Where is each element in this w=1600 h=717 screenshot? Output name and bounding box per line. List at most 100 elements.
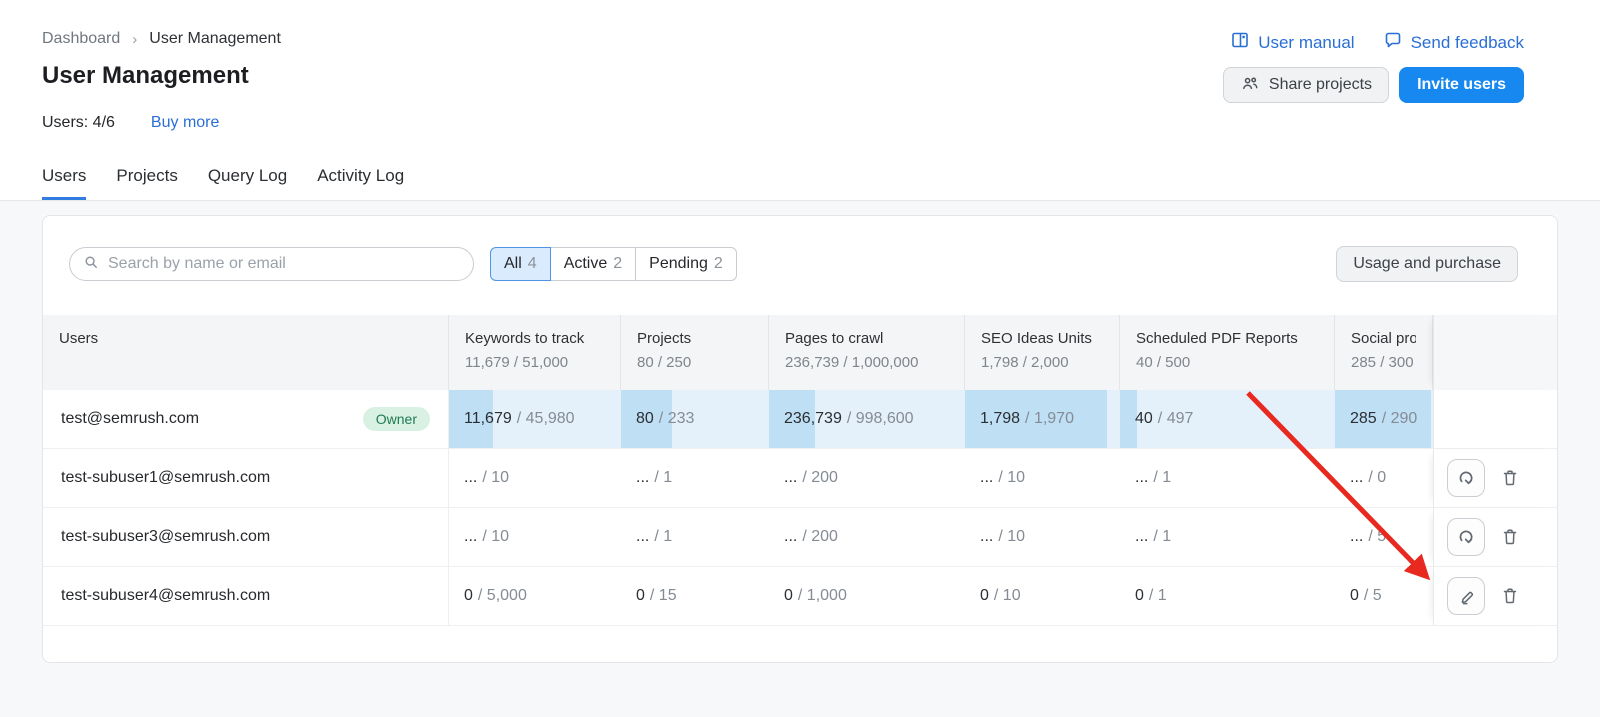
- resend-icon: [1456, 527, 1476, 547]
- usage-cell-keywords: .../ 10: [449, 508, 621, 566]
- invite-users-button[interactable]: Invite users: [1399, 67, 1524, 103]
- trash-icon: [1500, 586, 1520, 606]
- column-title: Projects: [637, 330, 752, 347]
- user-email: test-subuser1@semrush.com: [61, 469, 270, 487]
- column-header-keywords: Keywords to track 11,679 / 51,000: [449, 315, 621, 390]
- users-panel: All 4 Active 2 Pending 2 Usage and purch…: [42, 215, 1558, 663]
- usage-cell-seo-ideas: 0/ 10: [965, 567, 1120, 625]
- trash-icon: [1500, 468, 1520, 488]
- send-feedback-link[interactable]: Send feedback: [1383, 30, 1524, 55]
- user-cell: test-subuser3@semrush.com: [43, 508, 449, 566]
- usage-cell-pdf-reports: 40/ 497: [1120, 390, 1335, 448]
- page-header: Dashboard › User Management User Managem…: [0, 0, 1600, 201]
- header-actions: User manual Send feedback Share projects…: [1223, 30, 1524, 103]
- delete-user-button[interactable]: [1497, 577, 1523, 615]
- usage-cell-social: 0/ 5: [1335, 567, 1433, 625]
- book-icon: [1230, 30, 1250, 55]
- table-row: test-subuser1@semrush.com .../ 10 .../ 1…: [43, 449, 1557, 508]
- resend-icon: [1456, 468, 1476, 488]
- filter-active-label: Active: [564, 255, 608, 273]
- usage-cell-pages: .../ 200: [769, 508, 965, 566]
- breadcrumb: Dashboard › User Management: [42, 30, 281, 48]
- table-footer: [43, 626, 1557, 664]
- table-row: test-subuser3@semrush.com .../ 10 .../ 1…: [43, 508, 1557, 567]
- usage-cell-seo-ideas: .../ 10: [965, 508, 1120, 566]
- search-input[interactable]: [108, 255, 461, 273]
- share-projects-label: Share projects: [1269, 76, 1372, 94]
- filter-active-count: 2: [613, 255, 622, 273]
- row-actions: [1433, 390, 1557, 448]
- resend-invite-button[interactable]: [1447, 518, 1485, 556]
- delete-user-button[interactable]: [1497, 459, 1523, 497]
- column-header-projects: Projects 80 / 250: [621, 315, 769, 390]
- column-quota: 236,739 / 1,000,000: [785, 354, 948, 371]
- tab-activity-log[interactable]: Activity Log: [317, 166, 404, 200]
- filter-pending-label: Pending: [649, 255, 708, 273]
- user-email: test@semrush.com: [61, 410, 199, 428]
- tab-projects[interactable]: Projects: [116, 166, 177, 200]
- tab-users[interactable]: Users: [42, 166, 86, 200]
- users-table: Users Keywords to track 11,679 / 51,000 …: [43, 315, 1557, 664]
- send-feedback-label: Send feedback: [1411, 33, 1524, 53]
- usage-cell-projects: .../ 1: [621, 449, 769, 507]
- chevron-right-icon: ›: [132, 31, 137, 48]
- user-email: test-subuser4@semrush.com: [61, 587, 270, 605]
- breadcrumb-dashboard-link[interactable]: Dashboard: [42, 30, 120, 48]
- table-row: test-subuser4@semrush.com 0/ 5,000 0/ 15…: [43, 567, 1557, 626]
- column-quota: 11,679 / 51,000: [465, 354, 604, 371]
- usage-cell-pdf-reports: .../ 1: [1120, 508, 1335, 566]
- usage-cell-projects: 0/ 15: [621, 567, 769, 625]
- usage-cell-projects: .../ 1: [621, 508, 769, 566]
- delete-user-button[interactable]: [1497, 518, 1523, 556]
- user-email: test-subuser3@semrush.com: [61, 528, 270, 546]
- table-row-owner: test@semrush.com Owner 11,679/ 45,980 80…: [43, 390, 1557, 449]
- status-filter: All 4 Active 2 Pending 2: [490, 247, 737, 281]
- edit-limits-button[interactable]: [1447, 577, 1485, 615]
- invite-users-label: Invite users: [1417, 76, 1506, 94]
- usage-cell-pages: 236,739/ 998,600: [769, 390, 965, 448]
- column-title: SEO Ideas Units: [981, 330, 1103, 347]
- page-title: User Management: [42, 62, 249, 90]
- resend-invite-button[interactable]: [1447, 459, 1485, 497]
- filter-pending-count: 2: [714, 255, 723, 273]
- table-toolbar: All 4 Active 2 Pending 2 Usage and purch…: [69, 247, 1531, 281]
- column-header-seo-ideas: SEO Ideas Units 1,798 / 2,000: [965, 315, 1120, 390]
- usage-cell-keywords: 11,679/ 45,980: [449, 390, 621, 448]
- usage-cell-social: .../ 0: [1335, 449, 1433, 507]
- usage-cell-social: .../ 5: [1335, 508, 1433, 566]
- column-title: Pages to crawl: [785, 330, 948, 347]
- user-cell: test@semrush.com Owner: [43, 390, 449, 448]
- buy-more-link[interactable]: Buy more: [151, 114, 219, 131]
- users-quota: Users: 4/6 Buy more: [42, 114, 219, 132]
- usage-and-purchase-button[interactable]: Usage and purchase: [1336, 246, 1518, 282]
- breadcrumb-current: User Management: [149, 30, 281, 48]
- filter-pending[interactable]: Pending 2: [635, 247, 737, 281]
- column-header-pdf-reports: Scheduled PDF Reports 40 / 500: [1120, 315, 1335, 390]
- usage-cell-seo-ideas: 1,798/ 1,970: [965, 390, 1120, 448]
- user-manual-link[interactable]: User manual: [1230, 30, 1354, 55]
- filter-active[interactable]: Active 2: [550, 247, 636, 281]
- usage-cell-projects: 80/ 233: [621, 390, 769, 448]
- share-projects-button[interactable]: Share projects: [1223, 67, 1389, 103]
- column-quota: 285 / 300: [1351, 354, 1416, 371]
- user-manual-label: User manual: [1258, 33, 1354, 53]
- usage-cell-pages: .../ 200: [769, 449, 965, 507]
- filter-all-label: All: [504, 255, 522, 273]
- filter-all[interactable]: All 4: [490, 247, 551, 281]
- usage-cell-seo-ideas: .../ 10: [965, 449, 1120, 507]
- column-header-actions: [1433, 315, 1557, 390]
- filter-all-count: 4: [528, 255, 537, 273]
- users-quota-label: Users: 4/6: [42, 114, 115, 131]
- tab-query-log[interactable]: Query Log: [208, 166, 287, 200]
- owner-badge: Owner: [363, 407, 430, 431]
- search-icon: [82, 253, 100, 276]
- column-title: Users: [59, 330, 432, 347]
- column-quota: 40 / 500: [1136, 354, 1318, 371]
- usage-cell-social: 285/ 290: [1335, 390, 1433, 448]
- user-cell: test-subuser4@semrush.com: [43, 567, 449, 625]
- feedback-bubble-icon: [1383, 30, 1403, 55]
- usage-cell-keywords: 0/ 5,000: [449, 567, 621, 625]
- usage-cell-pdf-reports: .../ 1: [1120, 449, 1335, 507]
- column-title: Scheduled PDF Reports: [1136, 330, 1318, 347]
- search-box[interactable]: [69, 247, 474, 281]
